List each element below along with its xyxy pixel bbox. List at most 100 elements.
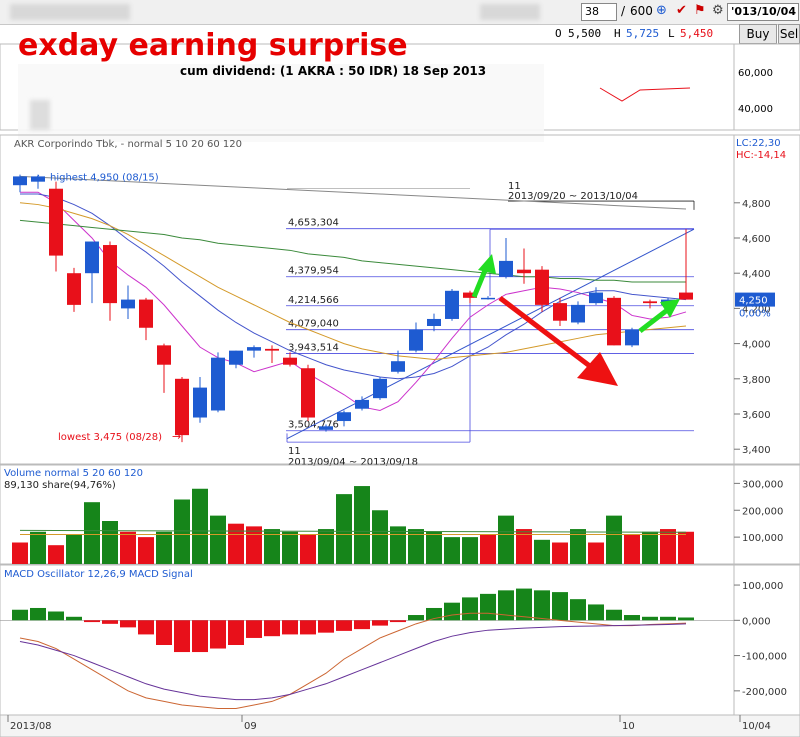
macd-pane-title: MACD Oscillator 12,26,9 MACD Signal (4, 569, 193, 580)
volume-bar (30, 531, 46, 564)
candle-body (121, 299, 135, 309)
macd-y-tick-label: -200,000 (742, 687, 787, 698)
volume-y-tick-label: 100,000 (742, 533, 783, 544)
candle-body (499, 260, 513, 277)
volume-bar (624, 534, 640, 564)
macd-oscillator-bar (246, 620, 262, 638)
volume-bar (336, 494, 352, 564)
candle-body (85, 241, 99, 274)
macd-y-tick-label: 100,000 (742, 581, 783, 592)
macd-oscillator-bar (336, 620, 352, 631)
candle-body (229, 350, 243, 365)
candle-body (679, 292, 693, 300)
price-y-tick-label: 3,400 (742, 445, 771, 456)
candle-body (103, 245, 117, 304)
flag-icon[interactable]: ⚑ (694, 3, 706, 18)
candle-body (553, 303, 567, 321)
macd-oscillator-bar (156, 620, 172, 645)
candle-body (265, 348, 279, 351)
date-input[interactable]: '013/10/04 (727, 3, 799, 21)
candle-body (589, 292, 603, 304)
candle-body (445, 290, 459, 319)
macd-oscillator-bar (444, 602, 460, 621)
volume-bar (588, 542, 604, 564)
range-top-dates: 2013/09/20 ~ 2013/10/04 (508, 191, 638, 202)
volume-bar (120, 531, 136, 564)
volume-bar (606, 515, 622, 564)
volume-bar (678, 531, 694, 564)
macd-y-tick-label: 0,000 (742, 616, 771, 627)
candle-body (49, 188, 63, 256)
overlay-title: exday earning surprise (18, 28, 408, 63)
macd-oscillator-bar (174, 620, 190, 653)
macd-oscillator-bar (120, 620, 136, 628)
volume-bar (156, 531, 172, 564)
highest-annotation: highest 4,950 (08/15) (50, 172, 159, 183)
macd-oscillator-bar (300, 620, 316, 635)
candle-body (391, 361, 405, 372)
candle-body (157, 345, 171, 365)
volume-subtitle: 89,130 share(94,76%) (4, 480, 116, 491)
macd-oscillator-bar (318, 620, 334, 633)
macd-oscillator-bar (534, 590, 550, 621)
x-tick-label: 09 (244, 721, 257, 732)
volume-bar (48, 545, 64, 564)
highest-arrow-icon: ← (36, 170, 45, 183)
volume-bar (210, 515, 226, 564)
volume-bar (12, 542, 28, 564)
volume-bar (192, 488, 208, 564)
candle-body (409, 329, 423, 351)
hc-label: HC:-14,14 (736, 150, 786, 161)
top-toolbar: 38 / 600 ⊕ ✔ ⚑ ⚙ '013/10/04 (0, 0, 800, 25)
candle-body (193, 387, 207, 418)
candle-body (319, 426, 333, 430)
settings-icon[interactable]: ⚙ (712, 3, 724, 18)
price-y-tick-label: 4,400 (742, 269, 771, 280)
volume-bar (354, 486, 370, 564)
blurred-region (480, 4, 540, 20)
volume-bar (228, 523, 244, 564)
mini-y-tick: 40,000 (738, 104, 773, 115)
volume-bar (300, 534, 316, 564)
macd-oscillator-bar (624, 615, 640, 621)
volume-bar (534, 539, 550, 564)
candle-body (139, 299, 153, 328)
candle-body (301, 368, 315, 418)
candle-body (13, 176, 27, 186)
check-icon[interactable]: ✔ (676, 3, 687, 18)
candle-body (427, 318, 441, 326)
zoom-icon[interactable]: ⊕ (656, 3, 667, 18)
candle-body (67, 273, 81, 305)
macd-y-tick-label: -100,000 (742, 652, 787, 663)
volume-bar (462, 537, 478, 564)
candle-body (247, 347, 261, 351)
macd-oscillator-bar (84, 620, 100, 623)
volume-bar (480, 534, 496, 564)
overlay-subtitle: cum dividend: (1 AKRA : 50 IDR) 18 Sep 2… (180, 64, 487, 78)
candle-body (355, 399, 369, 409)
volume-bar (426, 531, 442, 564)
price-y-tick-label: 4,000 (742, 340, 771, 351)
candle-body (625, 329, 639, 346)
volume-bar (282, 531, 298, 564)
macd-oscillator-bar (354, 620, 370, 630)
macd-oscillator-bar (372, 620, 388, 626)
macd-oscillator-bar (282, 620, 298, 635)
candle-body (283, 357, 297, 365)
volume-bar (498, 515, 514, 564)
page-input[interactable]: 38 (581, 3, 617, 21)
macd-oscillator-bar (210, 620, 226, 649)
retracement-level-label: 4,379,954 (288, 266, 339, 277)
last-price-label: 4,250 (739, 296, 768, 307)
macd-oscillator-bar (516, 588, 532, 621)
x-tick-label: 2013/08 (10, 721, 52, 732)
macd-oscillator-bar (264, 620, 280, 637)
macd-oscillator-bar (606, 609, 622, 621)
page-total: 600 (630, 4, 653, 18)
range-bottom-count: 11 (288, 446, 301, 457)
volume-bar (102, 521, 118, 564)
macd-oscillator-bar (12, 609, 28, 621)
candle-body (517, 269, 531, 274)
candle-body (607, 297, 621, 346)
volume-bar (138, 537, 154, 564)
